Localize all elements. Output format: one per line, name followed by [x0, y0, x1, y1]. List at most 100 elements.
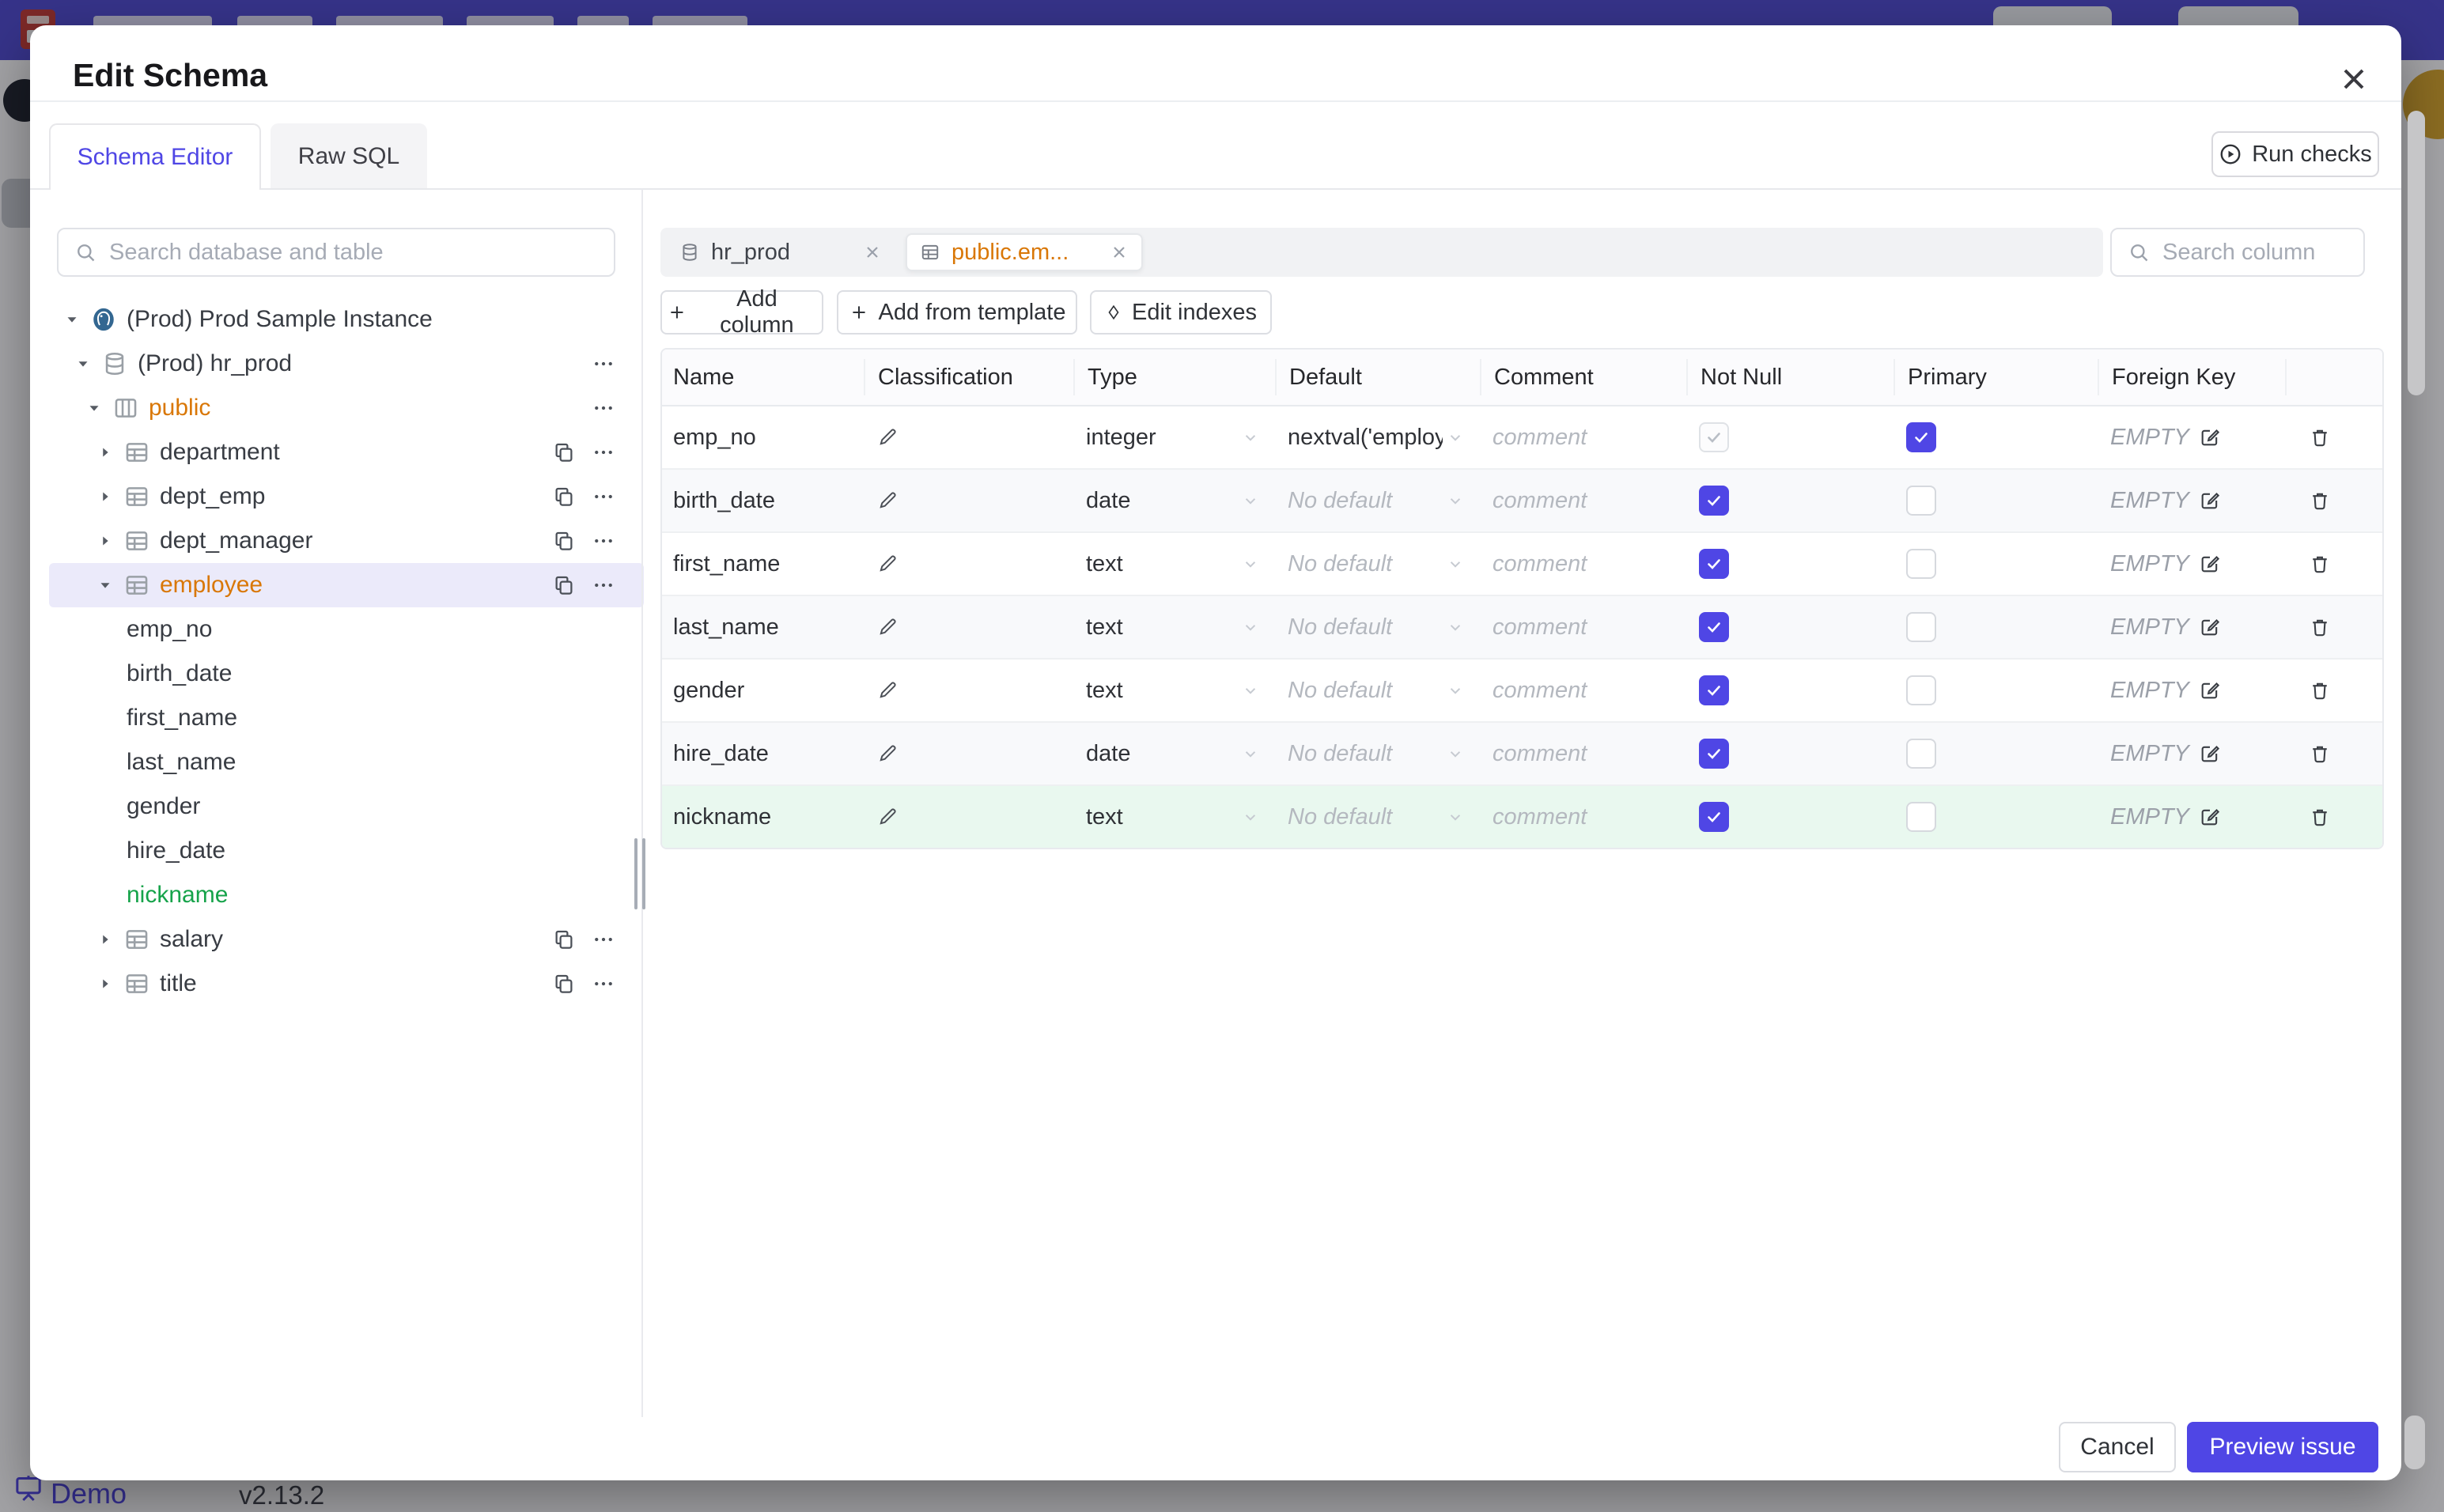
tree-item-last_name[interactable]: last_name [49, 740, 644, 784]
caret-down-icon[interactable] [74, 355, 92, 372]
tree-item-gender[interactable]: gender [49, 784, 644, 829]
type-select[interactable]: text [1073, 551, 1275, 577]
default-select[interactable]: nextval('employ [1275, 425, 1480, 451]
pencil-icon[interactable] [876, 806, 899, 828]
comment-input[interactable]: comment [1480, 488, 1686, 514]
primary-checkbox[interactable] [1906, 802, 1936, 832]
tree-item-first_name[interactable]: first_name [49, 696, 644, 740]
comment-input[interactable]: comment [1480, 678, 1686, 704]
tab-public-employee[interactable]: public.em... [906, 233, 1143, 271]
edit-box-icon[interactable] [2199, 806, 2221, 828]
caret-down-icon[interactable] [63, 311, 81, 328]
tree-item--prod-prod-sample-instance[interactable]: (Prod) Prod Sample Instance [49, 297, 644, 342]
page-scrollbar-end[interactable] [2404, 1416, 2425, 1469]
primary-checkbox[interactable] [1906, 675, 1936, 705]
close-icon[interactable] [1110, 243, 1129, 262]
default-select[interactable]: No default [1275, 614, 1480, 641]
type-select[interactable]: integer [1073, 425, 1275, 451]
tree-item-birth_date[interactable]: birth_date [49, 652, 644, 696]
column-name[interactable]: first_name [662, 551, 864, 577]
edit-box-icon[interactable] [2199, 743, 2221, 765]
run-checks-button[interactable]: Run checks [2211, 131, 2379, 177]
cancel-button[interactable]: Cancel [2059, 1422, 2176, 1472]
caret-down-icon[interactable] [85, 399, 103, 417]
pencil-icon[interactable] [876, 426, 899, 448]
default-select[interactable]: No default [1275, 678, 1480, 704]
type-select[interactable]: text [1073, 804, 1275, 830]
preview-issue-button[interactable]: Preview issue [2187, 1422, 2378, 1472]
not-null-checkbox[interactable] [1699, 422, 1729, 452]
default-select[interactable]: No default [1275, 551, 1480, 577]
panel-resize-handle[interactable] [633, 838, 647, 909]
copy-icon[interactable] [552, 485, 576, 508]
edit-box-icon[interactable] [2199, 616, 2221, 638]
caret-right-icon[interactable] [96, 444, 114, 461]
comment-input[interactable]: comment [1480, 551, 1686, 577]
database-search-input[interactable] [108, 238, 500, 266]
not-null-checkbox[interactable] [1699, 802, 1729, 832]
column-name[interactable]: emp_no [662, 425, 864, 451]
column-name[interactable]: nickname [662, 804, 864, 830]
primary-checkbox[interactable] [1906, 422, 1936, 452]
edit-box-icon[interactable] [2199, 490, 2221, 512]
more-icon[interactable] [592, 573, 615, 597]
edit-box-icon[interactable] [2199, 679, 2221, 701]
tree-item-public[interactable]: public [49, 386, 644, 430]
type-select[interactable]: text [1073, 614, 1275, 641]
not-null-checkbox[interactable] [1699, 486, 1729, 516]
default-select[interactable]: No default [1275, 741, 1480, 767]
default-select[interactable]: No default [1275, 488, 1480, 514]
column-name[interactable]: birth_date [662, 488, 864, 514]
tree-item-dept_emp[interactable]: dept_emp [49, 474, 644, 519]
pencil-icon[interactable] [876, 553, 899, 575]
caret-right-icon[interactable] [96, 488, 114, 505]
add-from-template-button[interactable]: Add from template [837, 290, 1077, 335]
edit-box-icon[interactable] [2199, 426, 2221, 448]
trash-icon[interactable] [2309, 553, 2331, 575]
more-icon[interactable] [592, 352, 615, 376]
page-scrollbar[interactable] [2408, 111, 2425, 395]
close-icon[interactable] [863, 243, 882, 262]
edit-box-icon[interactable] [2199, 553, 2221, 575]
pencil-icon[interactable] [876, 490, 899, 512]
column-name[interactable]: gender [662, 678, 864, 704]
comment-input[interactable]: comment [1480, 614, 1686, 641]
copy-icon[interactable] [552, 529, 576, 553]
primary-checkbox[interactable] [1906, 549, 1936, 579]
tree-item-department[interactable]: department [49, 430, 644, 474]
column-name[interactable]: last_name [662, 614, 864, 641]
trash-icon[interactable] [2309, 616, 2331, 638]
comment-input[interactable]: comment [1480, 804, 1686, 830]
copy-icon[interactable] [552, 440, 576, 464]
type-select[interactable]: text [1073, 678, 1275, 704]
edit-indexes-button[interactable]: Edit indexes [1090, 290, 1272, 335]
trash-icon[interactable] [2309, 426, 2331, 448]
tree-item-hire_date[interactable]: hire_date [49, 829, 644, 873]
caret-right-icon[interactable] [96, 975, 114, 992]
pencil-icon[interactable] [876, 616, 899, 638]
tree-item-salary[interactable]: salary [49, 917, 644, 962]
not-null-checkbox[interactable] [1699, 612, 1729, 642]
column-search-input[interactable] [2161, 238, 2340, 266]
not-null-checkbox[interactable] [1699, 675, 1729, 705]
comment-input[interactable]: comment [1480, 425, 1686, 451]
more-icon[interactable] [592, 485, 615, 508]
more-icon[interactable] [592, 440, 615, 464]
column-name[interactable]: hire_date [662, 741, 864, 767]
copy-icon[interactable] [552, 972, 576, 996]
tree-item-dept_manager[interactable]: dept_manager [49, 519, 644, 563]
type-select[interactable]: date [1073, 741, 1275, 767]
tree-item-title[interactable]: title [49, 962, 644, 1006]
more-icon[interactable] [592, 396, 615, 420]
primary-checkbox[interactable] [1906, 739, 1936, 769]
primary-checkbox[interactable] [1906, 612, 1936, 642]
more-icon[interactable] [592, 529, 615, 553]
not-null-checkbox[interactable] [1699, 739, 1729, 769]
trash-icon[interactable] [2309, 679, 2331, 701]
pencil-icon[interactable] [876, 679, 899, 701]
default-select[interactable]: No default [1275, 804, 1480, 830]
tab-schema-editor[interactable]: Schema Editor [49, 123, 261, 190]
tree-item-emp_no[interactable]: emp_no [49, 607, 644, 652]
tree-item-nickname[interactable]: nickname [49, 873, 644, 917]
more-icon[interactable] [592, 972, 615, 996]
